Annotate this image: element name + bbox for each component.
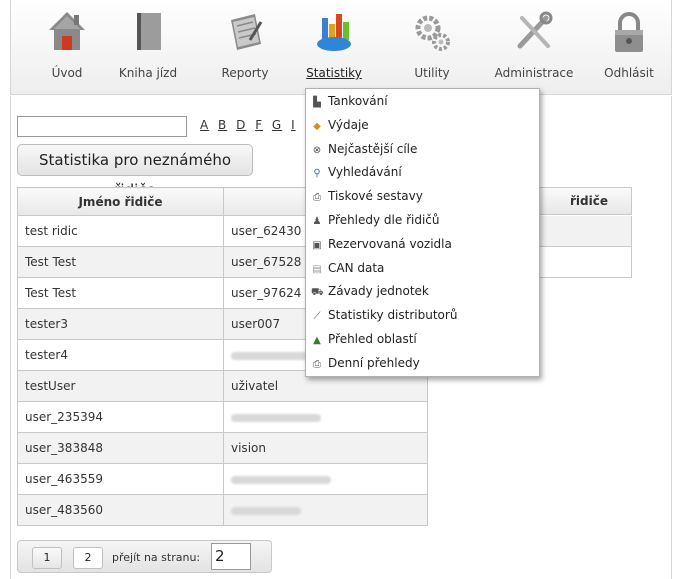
nav-label: Administrace	[494, 66, 574, 80]
letter-link[interactable]: D	[236, 118, 246, 132]
nav-label: Odhlásit	[604, 66, 654, 80]
lock-icon	[609, 10, 649, 54]
statistiky-dropdown-menu: ▙ Tankování ◆ Výdaje ⊗ Nejčastější cíle ⚲ Vy…	[305, 88, 540, 377]
reserved-icon: ▣	[312, 239, 322, 251]
fuel-icon: ▙	[313, 97, 321, 108]
home-icon	[47, 10, 87, 54]
table-row[interactable]: user_235394	[17, 401, 428, 433]
letter-link[interactable]: A	[200, 118, 209, 132]
driver-icon: ♟	[312, 215, 322, 227]
driver-name-cell: tester4	[17, 339, 224, 371]
menu-item-zavady-jednotek[interactable]: ⛟ Závady jednotek	[306, 280, 539, 304]
driver-name-cell: test ridic	[17, 215, 224, 247]
goto-page-input[interactable]: 2	[211, 543, 251, 570]
magnifier-icon: ⚲	[313, 168, 321, 180]
nav-item-kniha-jizd[interactable]: Kniha jízd	[108, 6, 188, 80]
chart-icon	[314, 10, 354, 54]
printer-icon: ⎙	[313, 358, 321, 370]
search-input[interactable]	[17, 116, 187, 137]
driver-name-cell: testUser	[17, 370, 224, 402]
menu-item-prehledy-dle-ridicu[interactable]: ♟ Přehledy dle řidičů	[306, 209, 539, 233]
redacted-text	[231, 475, 331, 484]
driver-name-cell: Test Test	[17, 246, 224, 278]
map-icon: ▲	[313, 334, 321, 346]
nav-item-utility[interactable]: Utility	[392, 6, 472, 80]
driver-name-cell: Test Test	[17, 277, 224, 309]
driver-name-cell: user_235394	[17, 401, 224, 433]
table-row[interactable]: user_483560	[17, 494, 428, 526]
column-header[interactable]: Jméno řidiče	[17, 187, 224, 216]
page-button[interactable]: 1	[32, 547, 62, 569]
car-fault-icon: ⛟	[311, 287, 324, 299]
nav-item-reporty[interactable]: Reporty	[205, 6, 285, 80]
driver-name-cell: tester3	[17, 308, 224, 340]
book-icon	[128, 10, 168, 54]
can-icon: ▤	[312, 263, 322, 275]
driver-name-cell: user_463559	[17, 463, 224, 495]
menu-item-tiskove-sestavy[interactable]: ⎙ Tiskové sestavy	[306, 185, 539, 209]
table-row[interactable]: user_463559	[17, 463, 428, 495]
notepad-icon	[225, 10, 265, 54]
page-button-current[interactable]: 2	[73, 547, 103, 569]
redacted-text	[231, 506, 301, 515]
nav-label: Reporty	[221, 66, 269, 80]
line-chart-icon: ⟋	[313, 311, 321, 323]
gears-icon	[412, 10, 452, 54]
target-icon: ⊗	[312, 144, 322, 156]
letter-link[interactable]: G	[272, 118, 282, 132]
menu-item-tankovani[interactable]: ▙ Tankování	[306, 90, 539, 114]
coins-icon: ◆	[313, 120, 321, 132]
driver-name-cell: user_383848	[17, 432, 224, 464]
pager: 1 2 přejít na stranu: 2	[17, 540, 272, 573]
nav-label: Kniha jízd	[118, 66, 178, 80]
nav-label: Utility	[414, 66, 450, 80]
nav-item-odhlasit[interactable]: Odhlásit	[589, 6, 669, 80]
redacted-text	[231, 413, 321, 422]
nav-item-uvod[interactable]: Úvod	[27, 6, 107, 80]
menu-item-can-data[interactable]: ▤ CAN data	[306, 257, 539, 281]
menu-item-vydaje[interactable]: ◆ Výdaje	[306, 114, 539, 138]
letter-link[interactable]: B	[218, 118, 227, 132]
printer-icon: ⎙	[313, 192, 321, 204]
nav-label: Statistiky	[306, 66, 362, 80]
menu-item-prehled-oblasti[interactable]: ▲ Přehled oblastí	[306, 328, 539, 352]
menu-item-vyhledavani[interactable]: ⚲ Vyhledávání	[306, 161, 539, 185]
login-cell	[223, 463, 428, 495]
menu-item-denni-prehledy[interactable]: ⎙ Denní přehledy	[306, 352, 539, 376]
unknown-driver-statistics-button[interactable]: Statistika pro neznámého řidiče	[17, 144, 253, 199]
login-cell: vision	[223, 432, 428, 464]
login-cell	[223, 401, 428, 433]
goto-page-label: přejít na stranu:	[112, 551, 201, 564]
letter-link[interactable]: F	[255, 118, 263, 132]
nav-item-statistiky[interactable]: Statistiky	[294, 6, 374, 80]
nav-label: Úvod	[51, 66, 83, 80]
tools-icon	[514, 10, 554, 54]
table-row[interactable]: user_383848 vision	[17, 432, 428, 464]
menu-item-statistiky-distributoru[interactable]: ⟋ Statistiky distributorů	[306, 304, 539, 328]
top-navigation: Úvod Kniha jízd Reporty Statistiky Utili…	[10, 0, 672, 95]
letter-link[interactable]: I	[291, 118, 296, 132]
letter-filter: A B D F G I	[200, 118, 300, 132]
driver-name-cell: user_483560	[17, 494, 224, 526]
menu-item-nejcastejsi-cile[interactable]: ⊗ Nejčastější cíle	[306, 138, 539, 162]
menu-item-rezervovana-vozidla[interactable]: ▣ Rezervovaná vozidla	[306, 233, 539, 257]
nav-item-administrace[interactable]: Administrace	[494, 6, 574, 80]
login-cell	[223, 494, 428, 526]
